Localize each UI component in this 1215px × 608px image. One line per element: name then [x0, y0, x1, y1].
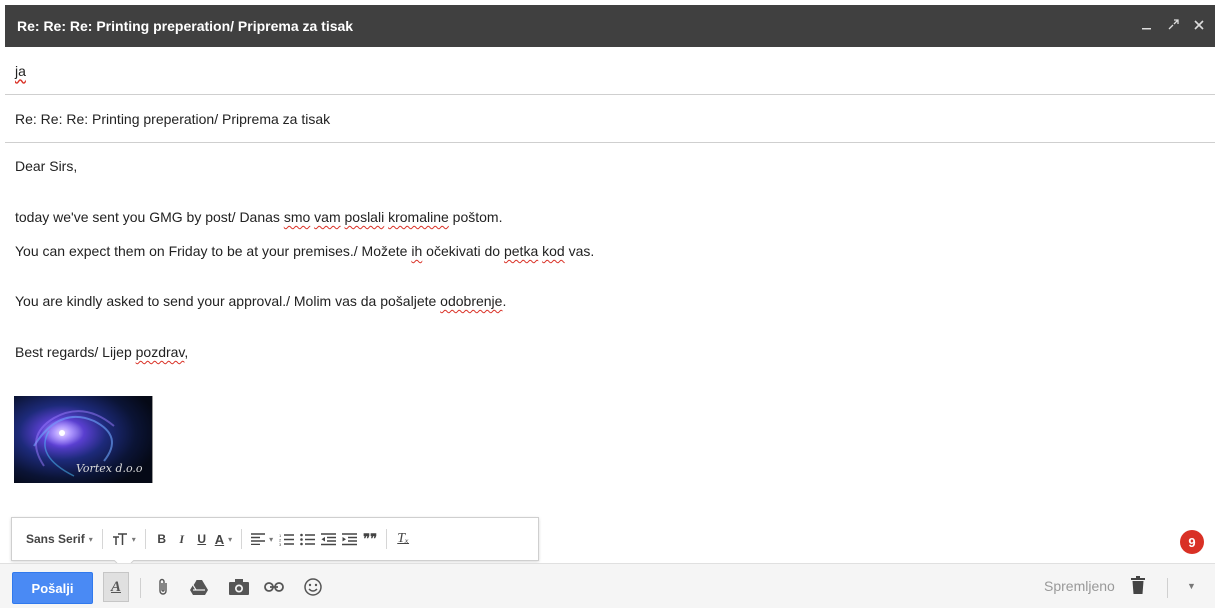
notification-badge[interactable]: 9 [1180, 530, 1204, 554]
window-controls [1141, 5, 1205, 47]
text-segment: očekivati do [422, 243, 504, 259]
body-line-2: You can expect them on Friday to be at y… [15, 243, 594, 259]
signature-image[interactable]: Vortex d.o.o [14, 396, 153, 483]
underline-button[interactable]: U [192, 526, 212, 552]
chevron-down-icon: ▾ [269, 534, 274, 544]
remove-formatting-icon[interactable]: Tₓ [393, 526, 413, 552]
chevron-down-icon: ▾ [131, 534, 136, 544]
body-line-4: Best regards/ Lijep pozdrav, [15, 344, 188, 360]
misspelled-word[interactable]: petka [504, 243, 538, 259]
indent-less-icon[interactable] [318, 526, 339, 552]
text-segment: vas. [564, 243, 595, 259]
trash-icon[interactable] [1131, 576, 1145, 597]
send-button[interactable]: Pošalji [12, 572, 93, 604]
align-left-icon [251, 533, 266, 545]
font-family-label: Sans Serif [26, 532, 85, 546]
minimize-icon[interactable] [1141, 18, 1153, 34]
chevron-down-icon: ▾ [228, 534, 233, 544]
pop-out-icon[interactable] [1167, 18, 1179, 34]
text-size-icon[interactable]: ▾ [109, 526, 139, 552]
body-line-3: You are kindly asked to send your approv… [15, 293, 506, 309]
saved-status: Spremljeno [1044, 578, 1115, 594]
signature-text: Vortex d.o.o [76, 462, 143, 475]
chevron-down-icon: ▾ [88, 534, 93, 544]
misspelled-word[interactable]: vam [314, 209, 340, 225]
divider [241, 529, 243, 549]
text-segment: Best regards/ Lijep [15, 344, 136, 360]
text-segment: today we've sent you GMG by post/ Danas [15, 209, 284, 225]
recipient-chip[interactable]: ja [15, 63, 26, 79]
text-segment: , [184, 344, 189, 360]
bulleted-list-icon[interactable] [297, 526, 318, 552]
text-segment: You are kindly asked to send your approv… [15, 293, 441, 309]
divider [1167, 578, 1168, 598]
bold-button[interactable]: B [152, 526, 172, 552]
formatting-toolbar: Sans Serif ▾ ▾ B I U A ▾ ▾ 123 ❞❞ Tₓ [11, 517, 539, 571]
drive-icon[interactable] [188, 572, 210, 602]
more-options-icon[interactable]: ▼ [1187, 581, 1196, 591]
body-line-1: today we've sent you GMG by post/ Danas … [15, 209, 503, 225]
misspelled-word[interactable]: kromaline [388, 209, 449, 225]
text-color-button[interactable]: A ▾ [212, 526, 235, 552]
indent-more-icon[interactable] [339, 526, 360, 552]
text-segment: You can expect them on Friday to be at y… [15, 243, 412, 259]
misspelled-word[interactable]: ih [411, 243, 422, 259]
misspelled-word[interactable]: kod [542, 243, 565, 259]
numbered-list-icon[interactable]: 123 [276, 526, 297, 552]
insert-emoji-icon[interactable] [302, 572, 324, 602]
subject-field[interactable]: Re: Re: Re: Printing preperation/ Pripre… [5, 95, 1215, 143]
misspelled-word[interactable]: odobrenje [440, 293, 502, 309]
align-button[interactable]: ▾ [248, 526, 276, 552]
misspelled-word[interactable]: poslali [345, 209, 385, 225]
misspelled-word[interactable]: pozdrav [136, 344, 185, 360]
italic-button[interactable]: I [172, 526, 192, 552]
formatting-options-button[interactable]: A [103, 572, 129, 602]
insert-link-icon[interactable] [262, 572, 286, 602]
divider [144, 529, 146, 549]
divider [386, 529, 388, 549]
divider [101, 529, 103, 549]
text-segment: poštom. [448, 209, 503, 225]
compose-title-bar[interactable]: Re: Re: Re: Printing preperation/ Pripre… [5, 5, 1215, 47]
svg-text:3: 3 [279, 542, 282, 546]
quote-icon[interactable]: ❞❞ [360, 526, 380, 552]
to-field[interactable]: ja [5, 47, 1215, 95]
compose-action-bar: Pošalji A Spremljeno ▼ [0, 563, 1215, 608]
text-color-icon: A [214, 531, 225, 547]
font-family-select[interactable]: Sans Serif ▾ [23, 526, 96, 552]
attach-file-icon[interactable] [153, 572, 173, 602]
subject-value[interactable]: Re: Re: Re: Printing preperation/ Pripre… [15, 111, 330, 127]
misspelled-word[interactable]: smo [284, 209, 310, 225]
close-icon[interactable] [1193, 18, 1205, 34]
insert-photo-icon[interactable] [228, 572, 250, 602]
compose-title: Re: Re: Re: Printing preperation/ Pripre… [17, 18, 354, 34]
text-segment: . [502, 293, 507, 309]
greeting-line: Dear Sirs, [15, 158, 78, 174]
divider [140, 578, 141, 598]
